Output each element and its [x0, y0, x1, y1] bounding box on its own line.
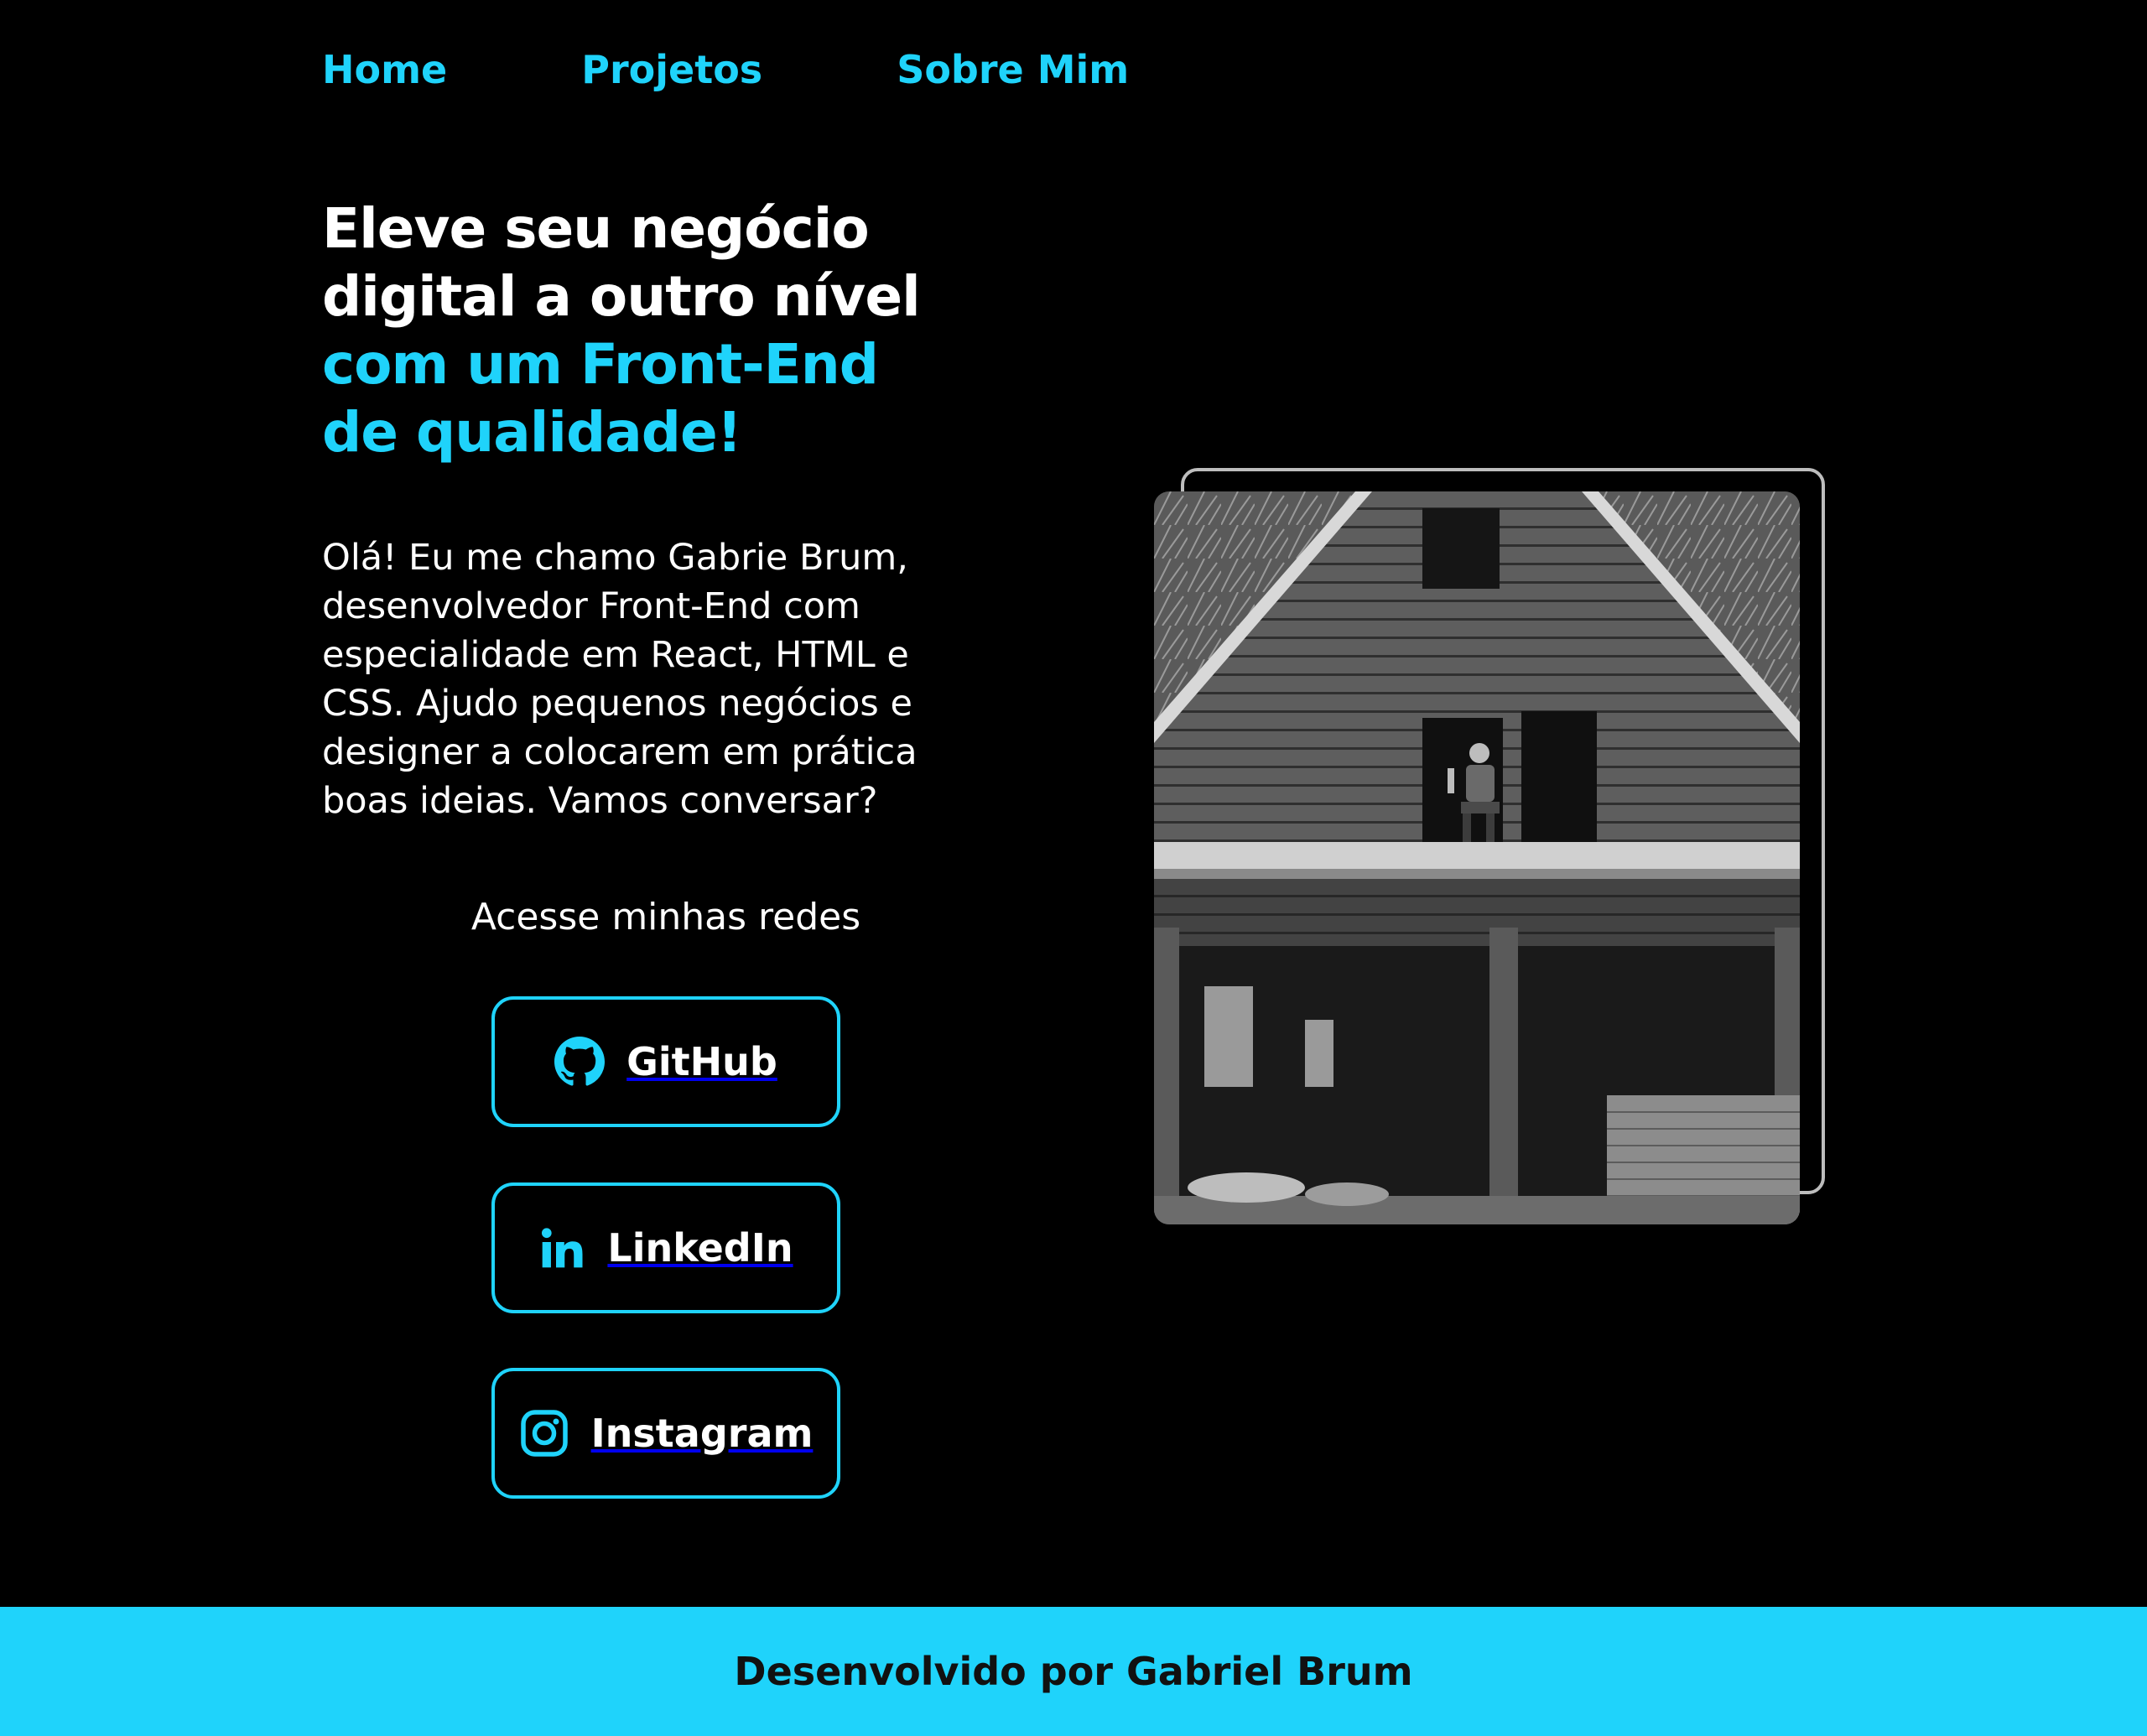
intro-line: Olá! Eu me chamo Gabrie Brum, — [322, 537, 908, 579]
headline-line-4: de qualidade! — [322, 400, 742, 465]
intro-line: CSS. Ajudo pequenos negócios e — [322, 683, 912, 725]
profile-photo — [1154, 491, 1800, 1224]
github-button[interactable]: GitHub — [491, 996, 840, 1127]
headline-line-3: com um Front-End — [322, 332, 879, 397]
main-nav: Home Projetos Sobre Mim — [322, 40, 1129, 99]
intro-line: designer a colocarem em prática — [322, 731, 918, 773]
hero-headline: Eleve seu negócio digital a outro nível … — [322, 195, 1018, 466]
github-icon — [554, 1037, 606, 1087]
github-button-label: GitHub — [626, 1039, 777, 1084]
linkedin-icon — [538, 1224, 585, 1271]
intro-line: desenvolvedor Front-End com — [322, 585, 860, 627]
linkedin-button-label: LinkedIn — [607, 1225, 793, 1271]
headline-line-2: digital a outro nível — [322, 264, 921, 329]
headline-line-1: Eleve seu negócio — [322, 196, 870, 261]
intro-paragraph: Olá! Eu me chamo Gabrie Brum, desenvolve… — [322, 533, 1010, 825]
site-footer: Desenvolvido por Gabriel Brum — [0, 1607, 2147, 1736]
nav-link-sobre-mim[interactable]: Sobre Mim — [897, 47, 1129, 92]
social-section-title: Acesse minhas redes — [470, 896, 861, 938]
nav-link-home[interactable]: Home — [322, 47, 447, 92]
instagram-icon — [519, 1408, 569, 1458]
linkedin-button[interactable]: LinkedIn — [491, 1182, 840, 1313]
instagram-button[interactable]: Instagram — [491, 1368, 840, 1499]
instagram-button-label: Instagram — [590, 1411, 814, 1456]
intro-line: especialidade em React, HTML e — [322, 634, 909, 676]
footer-credit: Desenvolvido por Gabriel Brum — [734, 1649, 1413, 1694]
profile-photo-illustration — [1154, 491, 1800, 1224]
intro-line: boas ideias. Vamos conversar? — [322, 780, 878, 822]
nav-link-projetos[interactable]: Projetos — [581, 47, 762, 92]
